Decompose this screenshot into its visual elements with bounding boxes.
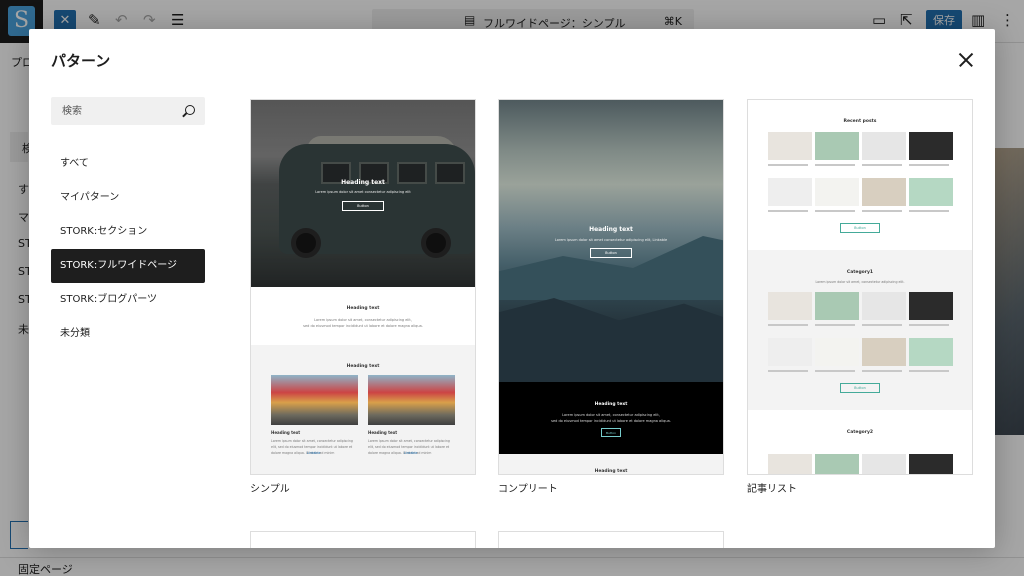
preview-hero-text: Lorem ipsum dolor sit amet consectetur a… [554,238,668,242]
close-icon[interactable] [957,51,975,69]
preview-column-text: elit, sed do eiusmod tempor incididunt u… [368,445,450,449]
pattern-label-post-list[interactable]: 記事リスト [747,480,797,495]
preview-recent-title: Recent posts [843,119,877,124]
category-uncategorized[interactable]: 未分類 [51,317,205,351]
preview-dark-section: Heading text Lorem ipsum dolor sit amet,… [499,382,723,454]
category-my-patterns[interactable]: マイパターン [51,181,205,215]
preview-section-heading: Heading text [346,306,380,311]
category-stork-blog-parts[interactable]: STORK:ブログパーツ [51,283,205,317]
pattern-card-post-list[interactable]: Recent posts Button Category1 Lorem ipsu… [747,99,973,475]
search-icon[interactable] [185,105,195,115]
pattern-card-next[interactable] [250,531,476,548]
category-stork-fullwide-page[interactable]: STORK:フルワイドページ [51,249,205,283]
pattern-label-simple[interactable]: シンプル [250,480,290,495]
preview-category2: Category2 [748,410,972,474]
category-all[interactable]: すべて [51,147,205,181]
preview-column-photo [271,375,358,425]
preview-bottom-heading: Heading text [594,469,628,474]
preview-column-text: Lorem ipsum dolor sit amet, consectetur … [368,439,450,443]
preview-column-text: dolore magna aliqua. Ut enim ad minim [368,451,432,455]
preview-category1-text: Lorem ipsum dolor sit amet, consectetur … [815,280,905,284]
pattern-card-simple[interactable]: Heading text Lorem ipsum dolor sit amet … [250,99,476,475]
category-list: すべて マイパターン STORK:セクション STORK:フルワイドページ ST… [51,147,205,351]
preview-more-button: Button [840,223,880,233]
preview-category1-title: Category1 [846,270,874,275]
preview-text-section: Heading text Lorem ipsum dolor sit amet,… [251,287,475,345]
pattern-preview-hero-image: Heading text Lorem ipsum dolor sit amet … [251,100,475,287]
preview-dark-text: Lorem ipsum dolor sit amet, consectetur … [562,413,660,417]
search-input[interactable] [51,97,179,125]
preview-dark-heading: Heading text [594,402,628,407]
preview-column-text: Lorem ipsum dolor sit amet, consectetur … [271,439,353,443]
pattern-label-complete[interactable]: コンプリート [498,480,558,495]
preview-hero-heading: Heading text [589,226,633,233]
preview-column-photo [368,375,455,425]
preview-category2-title: Category2 [846,430,874,435]
preview-hero-button: Button [590,248,632,258]
pattern-card-next[interactable] [498,531,724,548]
preview-hero-button: Button [342,201,384,211]
preview-column-heading: Heading text [368,430,398,435]
category-stork-sections[interactable]: STORK:セクション [51,215,205,249]
pattern-preview-hero-image: Heading text Lorem ipsum dolor sit amet … [499,100,723,382]
preview-column-text: dolore magna aliqua. Ut enim ad minim [271,451,335,455]
preview-dark-text: sed do eiusmod tempor incididunt ut labo… [551,419,671,423]
patterns-modal: パターン すべて マイパターン STORK:セクション STORK:フルワイドペ… [29,29,995,548]
preview-more-button: Button [840,383,880,393]
preview-bottom-section: Heading text [499,454,723,474]
preview-section-text: sed do eiusmod tempor incididunt ut labo… [303,324,423,328]
preview-columns-section: Heading text Heading text Lorem ipsum do… [251,345,475,474]
preview-recent-posts: Recent posts Button [748,100,972,250]
preview-columns-heading: Heading text [346,364,380,369]
preview-hero-heading: Heading text [341,179,385,186]
preview-column-link: Linkable [404,451,418,455]
preview-category1: Category1 Lorem ipsum dolor sit amet, co… [748,250,972,410]
modal-title: パターン [51,52,111,70]
preview-hero-text: Lorem ipsum dolor sit amet consectetur a… [315,190,411,194]
preview-column-link: Linkable [307,451,321,455]
pattern-search [51,97,205,125]
preview-column-heading: Heading text [271,430,301,435]
preview-dark-button: Button [601,428,621,437]
preview-section-text: Lorem ipsum dolor sit amet, consectetur … [314,318,412,322]
pattern-card-complete[interactable]: Heading text Lorem ipsum dolor sit amet … [498,99,724,475]
preview-column-text: elit, sed do eiusmod tempor incididunt u… [271,445,353,449]
